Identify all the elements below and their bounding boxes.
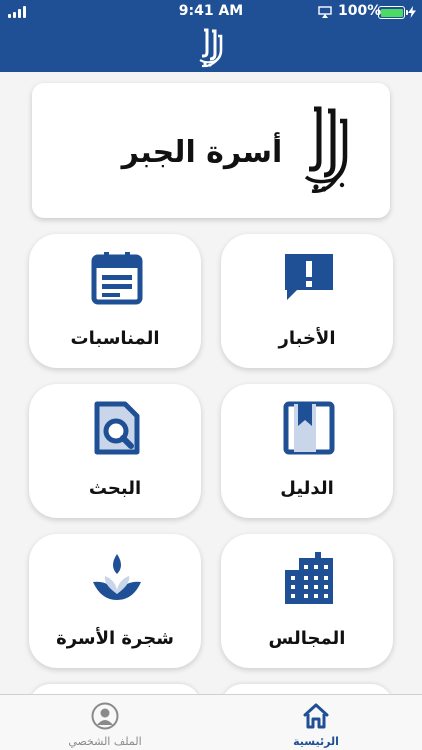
battery-icon bbox=[378, 6, 408, 19]
family-name-title: أسرة الجبر bbox=[121, 135, 283, 170]
search-document-icon bbox=[94, 401, 140, 455]
councils-tile[interactable]: المجالس bbox=[221, 534, 393, 668]
directory-label: الدليل bbox=[280, 478, 334, 499]
tab-profile-label: الملف الشخصي bbox=[68, 735, 142, 748]
charging-icon bbox=[408, 6, 416, 18]
family-banner: أسرة الجبر bbox=[32, 83, 390, 218]
search-tile[interactable]: البحث bbox=[29, 384, 201, 518]
user-icon bbox=[91, 702, 119, 730]
news-label: الأخبار bbox=[278, 328, 336, 349]
family-tree-label: شجرة الأسرة bbox=[56, 628, 174, 649]
navigation-bar bbox=[0, 24, 422, 72]
home-icon bbox=[303, 703, 329, 729]
family-tree-tile[interactable]: شجرة الأسرة bbox=[29, 534, 201, 668]
calligraphy-logo-icon bbox=[199, 28, 223, 68]
events-tile[interactable]: المناسبات bbox=[29, 234, 201, 368]
bookmark-book-icon bbox=[283, 401, 335, 455]
councils-label: المجالس bbox=[268, 628, 346, 649]
status-bar: 9:41 AM 100% bbox=[0, 0, 422, 24]
calendar-icon bbox=[91, 252, 143, 305]
search-label: البحث bbox=[88, 478, 142, 499]
tab-profile[interactable]: الملف الشخصي bbox=[45, 695, 165, 750]
events-label: المناسبات bbox=[70, 328, 160, 349]
calligraphy-logo-icon bbox=[304, 106, 348, 193]
tab-bar: الرئيسية الملف الشخصي bbox=[0, 694, 422, 750]
directory-tile[interactable]: الدليل bbox=[221, 384, 393, 518]
news-alert-icon bbox=[285, 254, 333, 300]
news-tile[interactable]: الأخبار bbox=[221, 234, 393, 368]
tab-home-label: الرئيسية bbox=[293, 735, 339, 748]
battery-percentage: 100% bbox=[338, 3, 382, 19]
plant-icon bbox=[93, 554, 141, 600]
building-icon bbox=[285, 552, 333, 604]
tab-home[interactable]: الرئيسية bbox=[256, 695, 376, 750]
airplay-icon bbox=[318, 6, 332, 18]
